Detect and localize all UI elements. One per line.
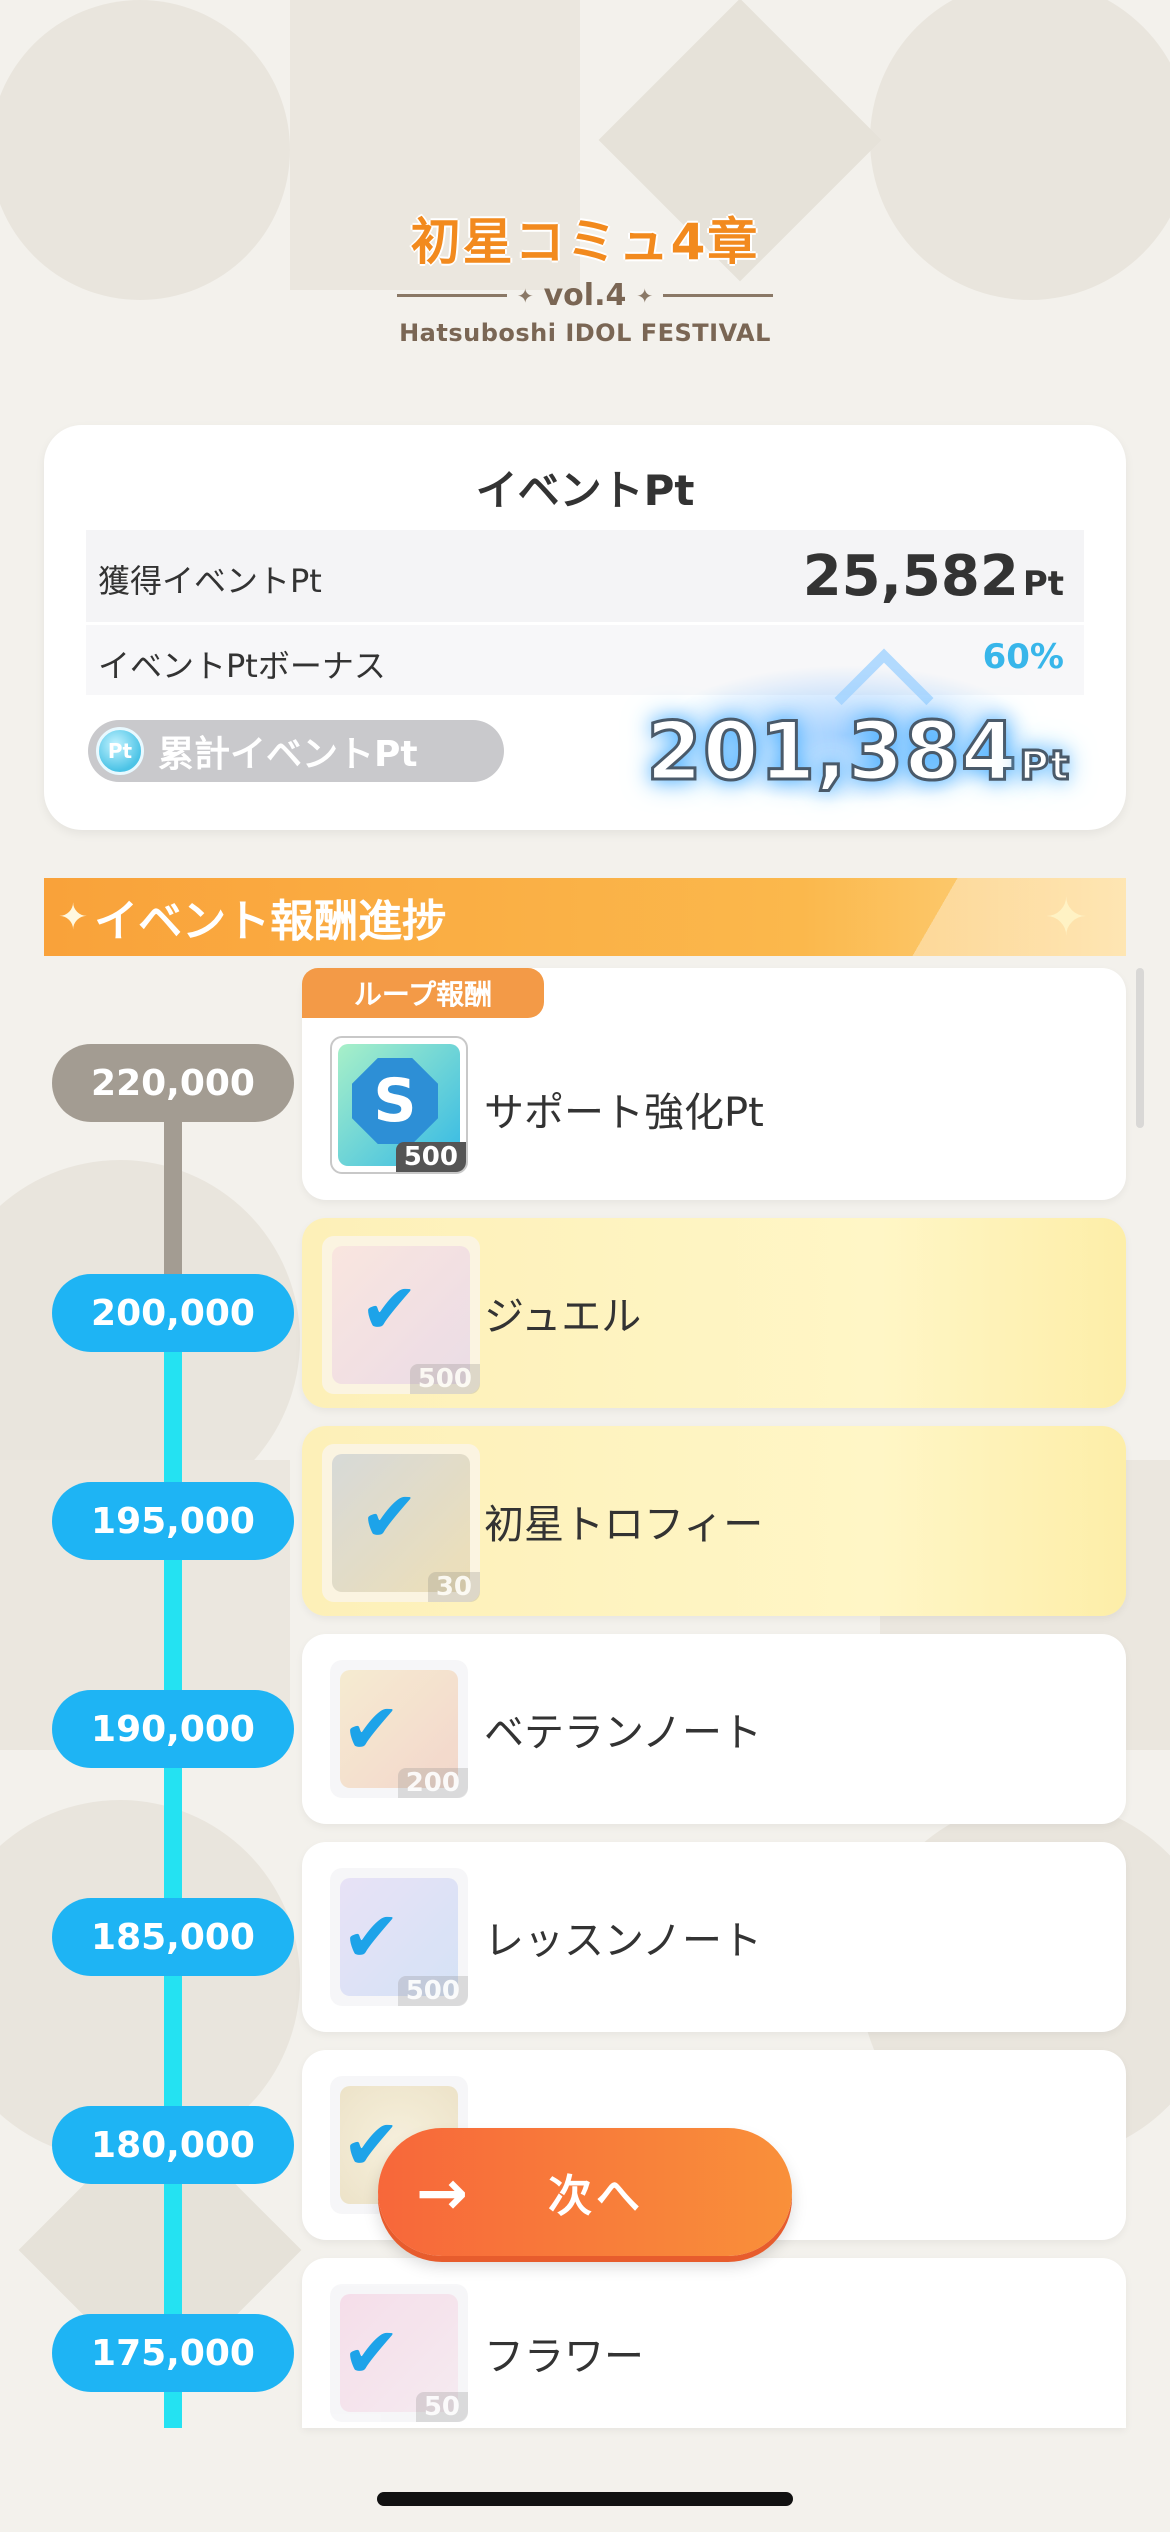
reward-card[interactable]: 30 ✔ 初星トロフィー [302, 1426, 1126, 1616]
sparkle-icon: ✦ [58, 896, 89, 938]
divider [396, 294, 507, 297]
check-icon: ✔ [342, 1896, 401, 1978]
sparkle-icon: ✦ [636, 283, 654, 308]
reward-count: 200 [397, 1768, 468, 1798]
total-pt-number: 201,384 [645, 704, 1018, 800]
total-pt-chip: Pt 累計イベントPt [88, 720, 504, 782]
reward-count: 50 [415, 2392, 468, 2422]
timeline-line-reached [164, 1313, 182, 2428]
milestone-badge: 190,000 [52, 1690, 294, 1768]
reward-name: 初星トロフィー [484, 1502, 764, 1548]
reward-name: サポート強化Pt [484, 1090, 764, 1136]
check-icon: ✔ [342, 1688, 401, 1770]
event-pt-card: イベントPt 獲得イベントPt 25,582 Pt イベントPtボーナス 60% … [44, 425, 1126, 830]
logo-vol-row: ✦ vol.4 ✦ [385, 278, 785, 313]
reward-card[interactable]: 500 ✔ レッスンノート [302, 1842, 1126, 2032]
reward-count: 500 [395, 1142, 466, 1172]
reward-card[interactable]: 500 ✔ ジュエル [302, 1218, 1126, 1408]
support-s-icon: S [352, 1058, 438, 1144]
milestone-badge: 175,000 [52, 2314, 294, 2392]
reward-name: フラワー [484, 2334, 644, 2380]
milestone-badge: 180,000 [52, 2106, 294, 2184]
total-pt-unit: Pt [1018, 742, 1070, 791]
reward-count: 500 [409, 1364, 480, 1394]
milestone-badge: 185,000 [52, 1898, 294, 1976]
logo-vol: vol.4 [543, 278, 627, 313]
reward-name: レッスンノート [484, 1918, 762, 1964]
earned-pt-number: 25,582 [802, 544, 1019, 609]
logo-subtitle: Hatsuboshi IDOL FESTIVAL [399, 319, 771, 347]
check-icon: ✔ [360, 1268, 419, 1350]
total-pt-value: 201,384Pt [645, 704, 1071, 800]
reward-name: ベテランノート [484, 1710, 762, 1756]
support-pt-icon: S 500 [330, 1036, 468, 1174]
reward-name: ジュエル [484, 1294, 642, 1340]
reward-progress-header: ✦ イベント報酬進捗 ✦ [44, 878, 1126, 956]
next-button-label: 次へ [547, 2171, 644, 2222]
reward-count: 500 [397, 1976, 468, 2006]
scrollbar[interactable] [1136, 968, 1144, 1128]
earned-pt-label: 獲得イベントPt [98, 562, 322, 600]
reward-progress-title: イベント報酬進捗 [94, 896, 447, 947]
reward-count: 30 [427, 1572, 480, 1602]
event-pt-title: イベントPt [475, 466, 695, 515]
pt-coin-icon: Pt [96, 727, 144, 775]
total-pt-label: 累計イベントPt [158, 734, 418, 775]
reward-card[interactable]: 200 ✔ ベテランノート [302, 1634, 1126, 1824]
milestone-badge: 200,000 [52, 1274, 294, 1352]
earned-pt-unit: Pt [1022, 564, 1064, 604]
sparkle-icon: ✦ [1044, 888, 1088, 948]
check-icon: ✔ [342, 2312, 401, 2394]
milestone-badge: 220,000 [52, 1044, 294, 1122]
arrow-right-icon: → [416, 2155, 468, 2229]
next-button[interactable]: → 次へ [378, 2128, 792, 2256]
loop-reward-tag: ループ報酬 [302, 968, 544, 1018]
reward-card[interactable]: 50 ✔ フラワー [302, 2258, 1126, 2428]
home-indicator[interactable] [377, 2492, 793, 2506]
earned-pt-value: 25,582 Pt [803, 544, 1064, 609]
sparkle-icon: ✦ [516, 283, 534, 308]
milestone-badge: 195,000 [52, 1482, 294, 1560]
divider [663, 294, 774, 297]
event-logo: 初星コミュ4章 ✦ vol.4 ✦ Hatsuboshi IDOL FESTIV… [385, 210, 785, 370]
pt-bonus-label: イベントPtボーナス [98, 647, 386, 685]
check-icon: ✔ [360, 1476, 419, 1558]
logo-title: 初星コミュ4章 [410, 213, 760, 271]
earned-pt-row: 獲得イベントPt 25,582 Pt [86, 530, 1084, 622]
